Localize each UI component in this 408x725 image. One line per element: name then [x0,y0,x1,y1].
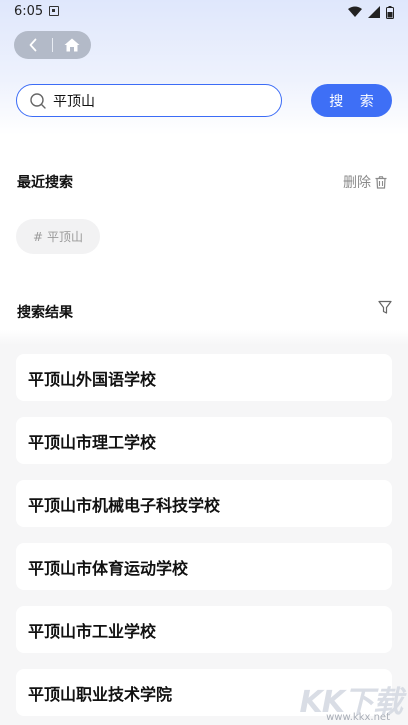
battery-icon [386,5,394,19]
wifi-icon [348,6,362,18]
result-item[interactable]: 平顶山市工业学校 [16,606,392,653]
search-icon [30,92,46,109]
delete-label: 删除 [343,175,371,191]
result-item[interactable]: 平顶山市机械电子科技学校 [16,480,392,527]
recent-search-title: 最近搜索 [17,175,73,191]
watermark: KK下载 www.kkx.net [278,673,408,725]
history-chip[interactable]: # 平顶山 [16,219,100,254]
trash-icon [375,175,387,189]
status-time: 6:05 [14,4,44,19]
result-item[interactable]: 平顶山市理工学校 [16,417,392,464]
back-button[interactable] [14,31,52,59]
search-input[interactable] [53,92,253,109]
chevron-left-icon [29,38,37,52]
home-button[interactable] [53,31,91,59]
result-list: 平顶山外国语学校 平顶山市理工学校 平顶山市机械电子科技学校 平顶山市体育运动学… [16,354,392,725]
notification-icon [49,6,59,16]
filter-icon[interactable] [378,300,392,316]
nav-pill [14,31,91,59]
search-results-title: 搜索结果 [17,305,73,321]
result-item[interactable]: 平顶山市体育运动学校 [16,543,392,590]
hash-icon: # [32,229,44,244]
search-field[interactable] [16,84,282,117]
history-chip-label: 平顶山 [47,230,84,244]
signal-icon [368,6,380,18]
status-bar: 6:05 [0,0,408,26]
search-button[interactable]: 搜 索 [311,84,392,117]
result-item[interactable]: 平顶山外国语学校 [16,354,392,401]
delete-history-button[interactable]: 删除 [343,172,387,192]
watermark-url: www.kkx.net [326,712,390,723]
home-icon [64,38,80,52]
status-icons [348,5,394,19]
